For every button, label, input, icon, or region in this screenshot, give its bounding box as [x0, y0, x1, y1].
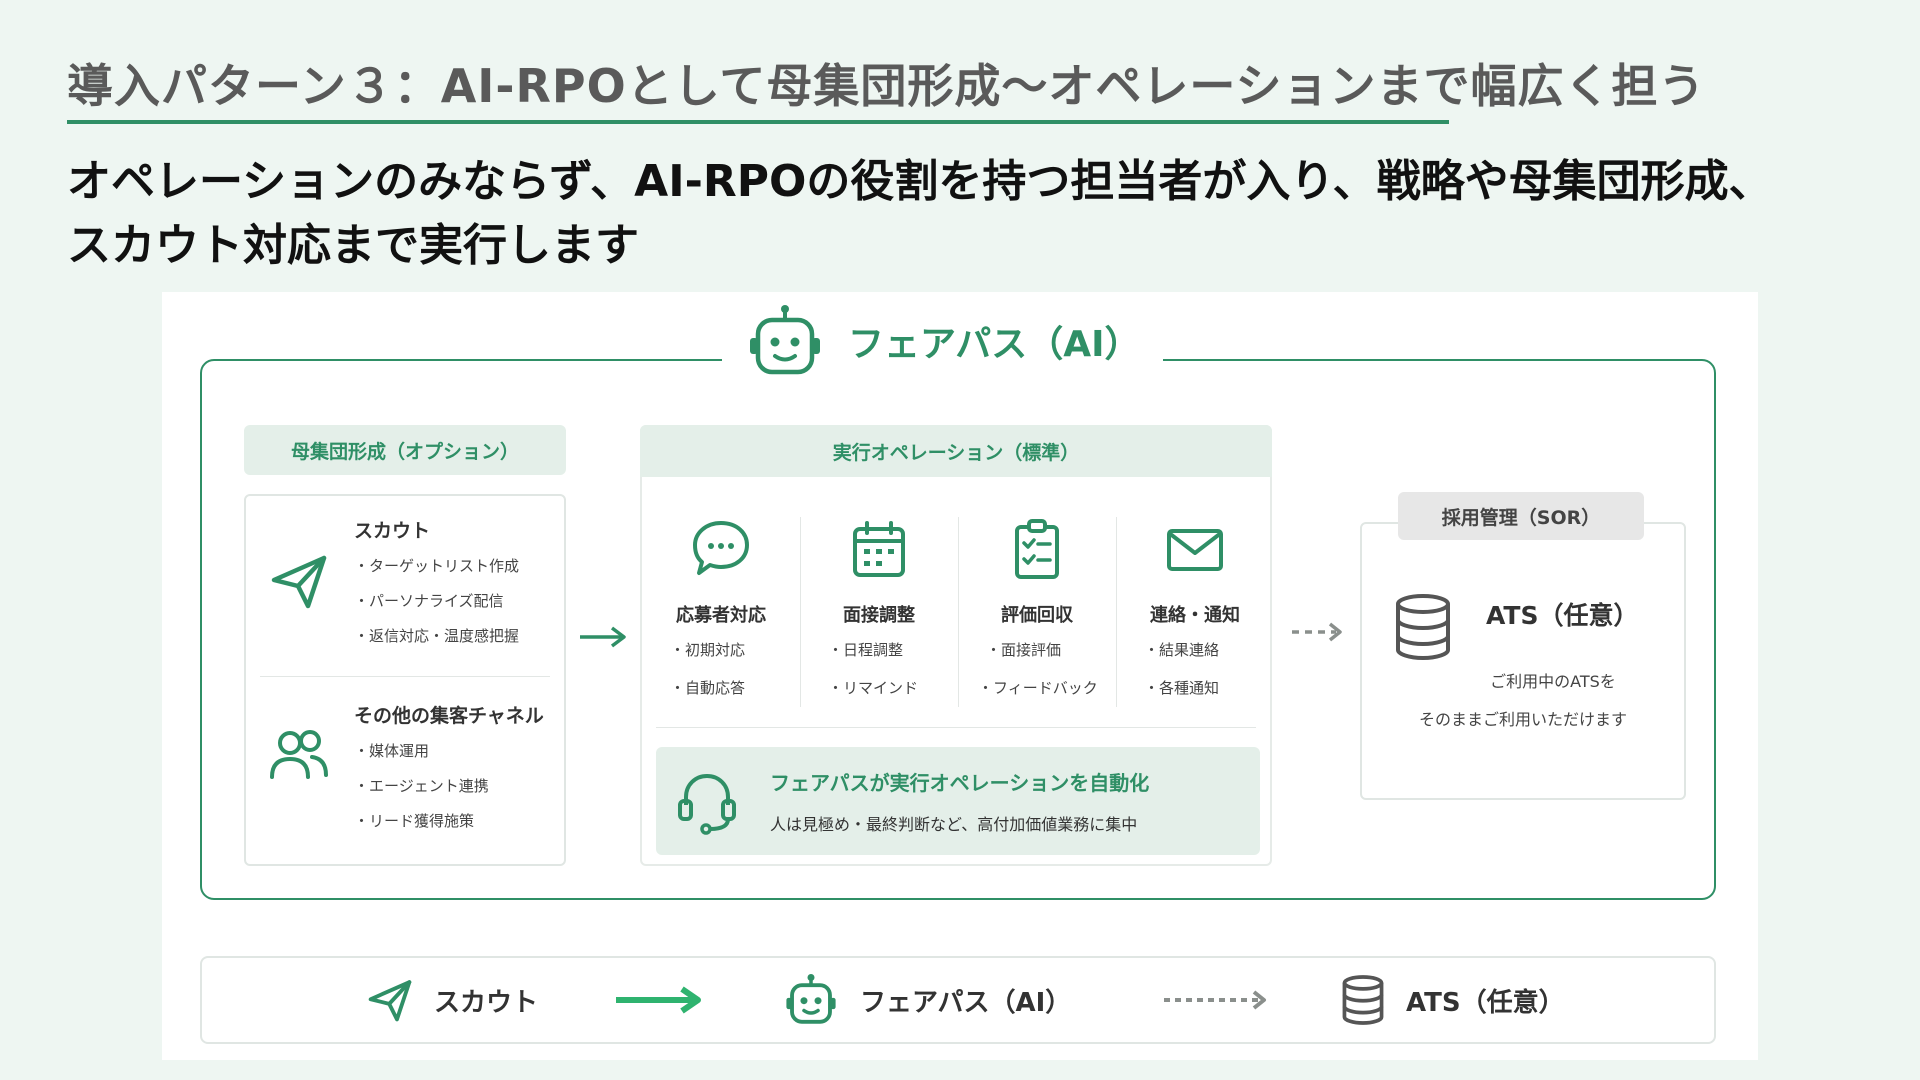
flow-item-ai: フェアパス（AI）: [782, 958, 1071, 1042]
sourcing-box: スカウト ・ターゲットリスト作成 ・パーソナライズ配信 ・返信対応・温度感把握: [244, 494, 566, 866]
scout-bullet: ・ターゲットリスト作成: [354, 557, 520, 575]
arrow-right-icon: [616, 986, 701, 1014]
ai-title: フェアパス（AI）: [848, 324, 1141, 365]
flow-label: スカウト: [434, 987, 539, 1018]
exec-col-bullet: ・面接評価: [986, 641, 1062, 659]
ats-description: ご利用中のATSを: [1490, 672, 1616, 691]
automation-title: フェアパスが実行オペレーションを自動化: [770, 771, 1150, 795]
users-icon: [268, 727, 330, 787]
sourcing-divider: [260, 676, 550, 677]
database-icon: [1342, 975, 1384, 1025]
sourcing-header: 母集団形成（オプション）: [244, 425, 566, 475]
sourcing-block-scout: スカウト ・ターゲットリスト作成 ・パーソナライズ配信 ・返信対応・温度感把握: [246, 516, 566, 676]
exec-col-evaluation: 評価回収 ・面接評価 ・フィードバック: [958, 517, 1116, 727]
flow-label: ATS（任意）: [1406, 987, 1565, 1018]
automation-subtitle: 人は見極め・最終判断など、高付加価値業務に集中: [770, 815, 1138, 834]
exec-col-title: 応募者対応: [676, 605, 766, 626]
paper-plane-icon: [268, 550, 330, 616]
exec-col-title: 連絡・通知: [1150, 605, 1240, 626]
robot-icon: [744, 304, 826, 378]
channels-bullet: ・リード獲得施策: [354, 812, 475, 830]
robot-icon: [786, 974, 836, 1024]
chat-bubble-icon: [693, 521, 749, 575]
exec-col-bullet: ・フィードバック: [978, 679, 1098, 697]
scout-title: スカウト: [354, 520, 431, 542]
flow-bar: スカウト フェアパス（AI） ATS（任意）: [200, 956, 1716, 1044]
ats-description: そのままご利用いただけます: [1418, 710, 1627, 729]
dashed-arrow-icon: [1164, 990, 1266, 1010]
ats-title: ATS（任意）: [1486, 601, 1639, 630]
ats-header: 採用管理（SOR）: [1398, 492, 1644, 540]
sourcing-block-channels: その他の集客チャネル ・媒体運用 ・エージェント連携 ・リード獲得施策: [246, 701, 566, 861]
execution-header: 実行オペレーション（標準）: [640, 425, 1272, 477]
exec-col-applicants: 応募者対応 ・初期対応 ・自動応答: [642, 517, 800, 727]
exec-col-bullet: ・初期対応: [670, 641, 746, 659]
flow-label: フェアパス（AI）: [860, 987, 1072, 1018]
ats-box: ATS（任意） ご利用中のATSを そのままご利用いただけます: [1360, 522, 1686, 800]
automation-banner: フェアパスが実行オペレーションを自動化 人は見極め・最終判断など、高付加価値業務…: [656, 747, 1260, 855]
clipboard-check-icon: [1015, 519, 1059, 579]
database-icon: [1396, 594, 1450, 661]
channels-bullet: ・エージェント連携: [354, 777, 489, 795]
flow-item-scout: スカウト: [366, 958, 538, 1042]
exec-col-bullet: ・自動応答: [670, 679, 746, 697]
exec-col-bullet: ・リマインド: [828, 679, 919, 697]
title-underline: [67, 120, 1449, 124]
scout-bullet: ・パーソナライズ配信: [354, 592, 504, 610]
channels-bullet: ・媒体運用: [354, 742, 430, 760]
arrow-right-icon: [580, 626, 626, 648]
exec-col-bullet: ・日程調整: [828, 641, 904, 659]
mail-icon: [1167, 529, 1223, 571]
headset-icon: [678, 773, 736, 835]
calendar-icon: [853, 521, 905, 577]
channels-title: その他の集客チャネル: [354, 705, 544, 727]
ai-header: フェアパス（AI）: [722, 304, 1163, 378]
scout-bullet: ・返信対応・温度感把握: [354, 627, 520, 645]
dashed-arrow-icon: [1292, 622, 1342, 642]
exec-col-title: 面接調整: [843, 605, 915, 626]
exec-col-interview: 面接調整 ・日程調整 ・リマインド: [800, 517, 958, 727]
exec-col-title: 評価回収: [1001, 605, 1073, 626]
diagram-panel: フェアパス（AI） 母集団形成（オプション） スカウト ・ターゲットリスト作成 …: [162, 292, 1758, 1060]
exec-col-notification: 連絡・通知 ・結果連絡 ・各種通知: [1116, 517, 1274, 727]
exec-col-bullet: ・各種通知: [1144, 679, 1220, 697]
execution-box: 実行オペレーション（標準） 応募者対応 ・初期対応 ・自動応答 面接調整 ・日程…: [640, 425, 1272, 866]
page-title: 導入パターン３：AI-RPOとして母集団形成〜オペレーションまで幅広く担う: [67, 59, 1706, 113]
paper-plane-icon: [368, 980, 412, 1022]
flow-item-ats: ATS（任意）: [1340, 958, 1565, 1042]
exec-col-bullet: ・結果連絡: [1144, 641, 1220, 659]
page-subtitle: オペレーションのみならず、AI-RPOの役割を持つ担当者が入り、戦略や母集団形成…: [67, 156, 1773, 271]
execution-divider: [656, 727, 1256, 728]
